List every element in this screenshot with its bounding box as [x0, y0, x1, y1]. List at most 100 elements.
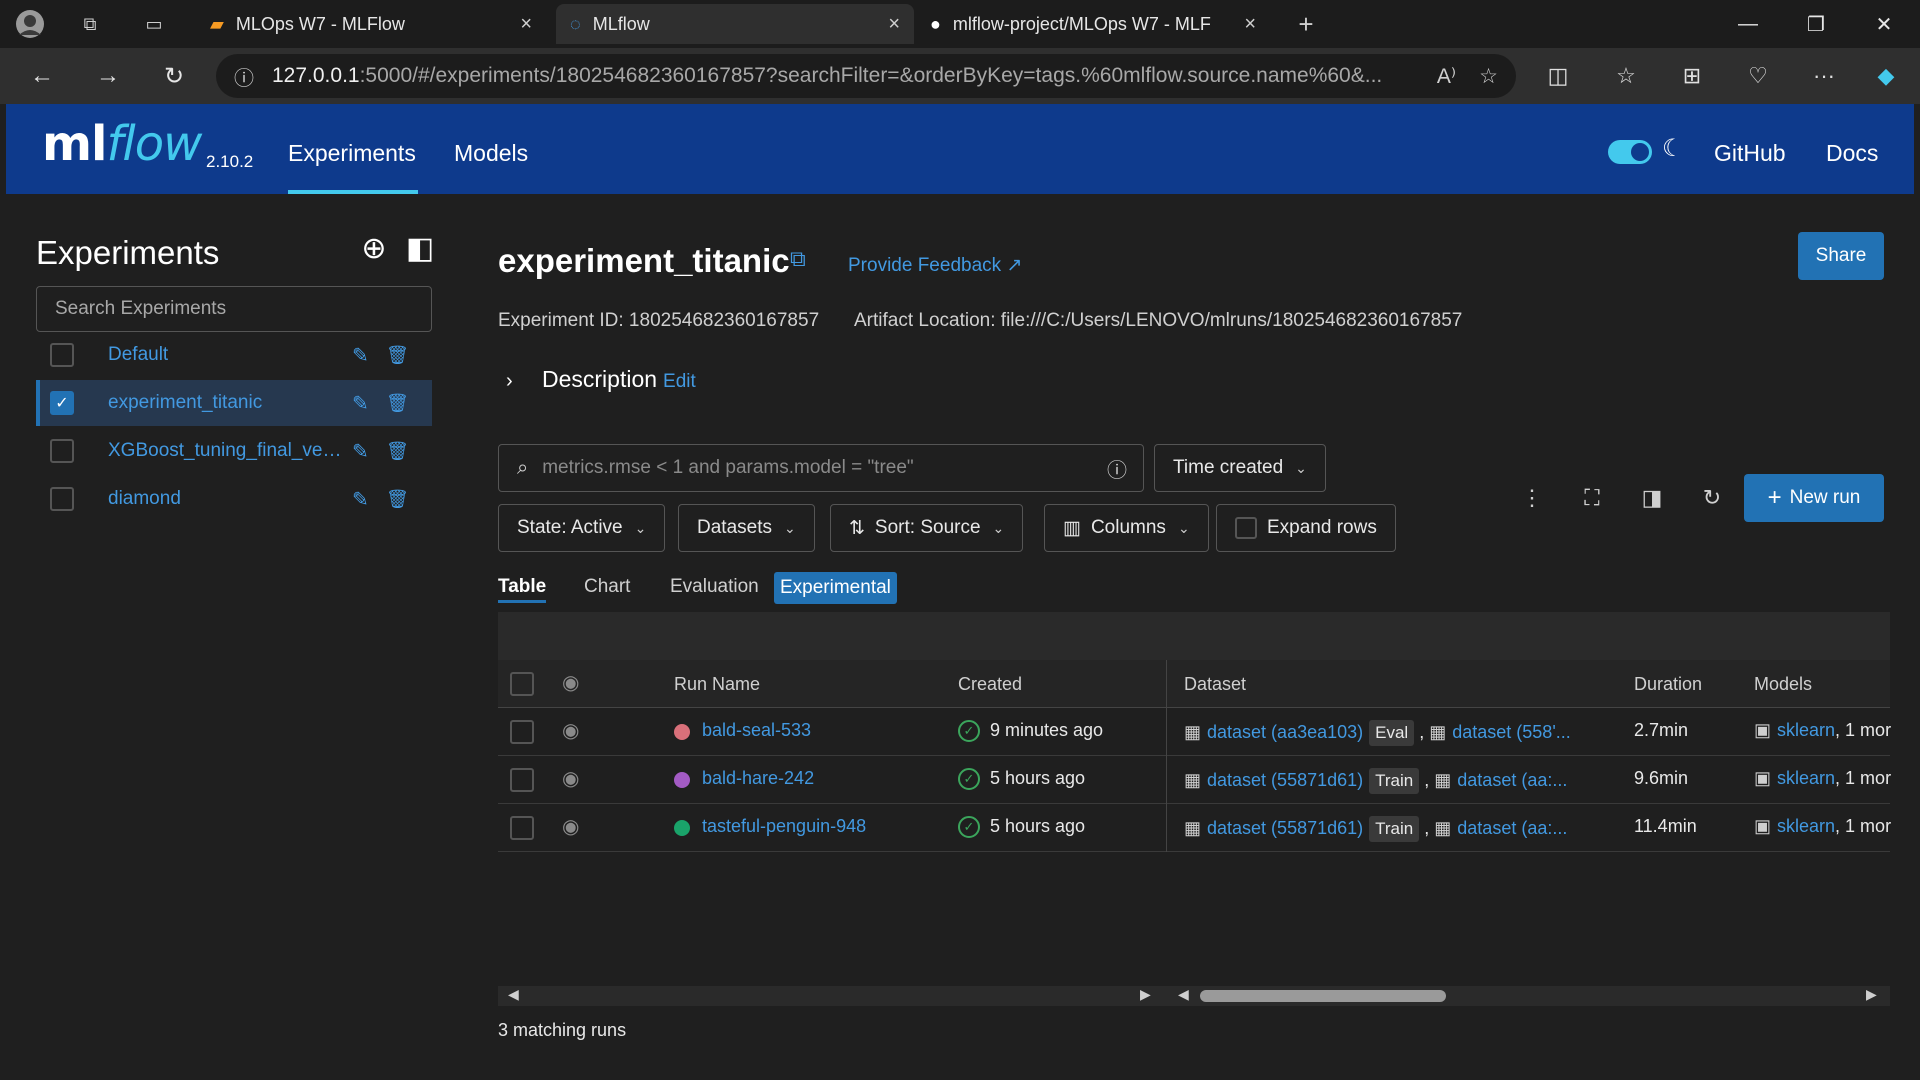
- address-bar[interactable]: ⓘ 127.0.0.1 :5000/#/experiments/18025468…: [216, 54, 1516, 98]
- dataset-link[interactable]: dataset (55871d61): [1207, 770, 1363, 790]
- col-models[interactable]: Models: [1754, 674, 1812, 695]
- runs-search-input[interactable]: ⌕ metrics.rmse < 1 and params.model = "t…: [498, 444, 1144, 492]
- model-link[interactable]: sklearn: [1777, 768, 1835, 788]
- table-row[interactable]: ◉ bald-seal-533 ✓ 9 minutes ago ▦ dataset …: [498, 708, 1891, 756]
- edit-pencil-icon[interactable]: ✎: [352, 343, 369, 368]
- new-tab-button[interactable]: +: [1290, 8, 1322, 40]
- experiment-name[interactable]: XGBoost_tuning_final_ver...: [108, 440, 342, 462]
- browser-tab-mlops-w7[interactable]: ▰ MLOps W7 - MLFlow ×: [196, 4, 546, 44]
- restore-button[interactable]: ❐: [1788, 6, 1844, 42]
- run-color-dot[interactable]: [674, 724, 690, 740]
- provide-feedback-link[interactable]: Provide Feedback ↗: [848, 254, 1022, 277]
- tab-evaluation[interactable]: Evaluation: [670, 576, 759, 598]
- select-all-checkbox[interactable]: [510, 672, 534, 696]
- experiment-item-xgboost[interactable]: XGBoost_tuning_final_ver... ✎ 🗑: [36, 428, 432, 474]
- row-checkbox[interactable]: [510, 720, 534, 744]
- share-button[interactable]: Share: [1798, 232, 1884, 280]
- chevron-right-icon[interactable]: ›: [506, 370, 542, 393]
- state-filter-dropdown[interactable]: State: Active ⌄: [498, 504, 666, 552]
- close-window-button[interactable]: ✕: [1856, 6, 1912, 42]
- description-label[interactable]: Description: [542, 366, 657, 392]
- back-button[interactable]: ←: [22, 58, 62, 94]
- eye-icon[interactable]: ◉: [562, 670, 579, 695]
- copilot-icon[interactable]: ◆: [1868, 60, 1904, 92]
- run-color-dot[interactable]: [674, 820, 690, 836]
- dataset-link[interactable]: dataset (558'...: [1452, 722, 1571, 742]
- eye-icon[interactable]: ◉: [562, 718, 579, 743]
- split-screen-icon[interactable]: ◫: [1540, 60, 1576, 92]
- row-checkbox[interactable]: [510, 816, 534, 840]
- table-row[interactable]: ◉ bald-hare-242 ✓ 5 hours ago ▦ dataset (5…: [498, 756, 1891, 804]
- nav-models[interactable]: Models: [454, 140, 528, 167]
- experiment-checkbox[interactable]: [50, 487, 74, 511]
- close-icon[interactable]: ×: [1244, 13, 1256, 36]
- trash-icon[interactable]: 🗑: [386, 441, 409, 462]
- more-menu-icon[interactable]: ···: [1806, 60, 1842, 92]
- read-aloud-icon[interactable]: A⁾: [1437, 64, 1456, 89]
- experiment-name[interactable]: Default: [108, 344, 168, 366]
- col-created[interactable]: Created: [958, 674, 1022, 695]
- create-experiment-icon[interactable]: ⊕: [356, 230, 392, 266]
- time-created-dropdown[interactable]: Time created ⌄: [1154, 444, 1326, 492]
- dataset-link[interactable]: dataset (aa3ea103): [1207, 722, 1363, 742]
- experiment-name[interactable]: diamond: [108, 488, 181, 510]
- edit-pencil-icon[interactable]: ✎: [352, 439, 369, 464]
- scroll-left-icon[interactable]: ◀: [1178, 986, 1189, 1003]
- model-link[interactable]: sklearn: [1777, 720, 1835, 740]
- col-run-name[interactable]: Run Name: [674, 674, 760, 695]
- col-duration[interactable]: Duration: [1634, 674, 1702, 695]
- trash-icon[interactable]: 🗑: [386, 393, 409, 414]
- search-experiments-input[interactable]: Search Experiments: [36, 286, 432, 332]
- experiment-item-diamond[interactable]: diamond ✎ 🗑: [36, 476, 432, 522]
- workspaces-icon[interactable]: ⧉: [74, 8, 106, 40]
- scroll-right-icon[interactable]: ▶: [1140, 986, 1151, 1003]
- experiment-name[interactable]: experiment_titanic: [108, 392, 262, 414]
- browser-tab-mlflow[interactable]: ◌ MLflow ×: [556, 4, 914, 44]
- run-name-link[interactable]: tasteful-penguin-948: [702, 816, 866, 837]
- close-icon[interactable]: ×: [888, 13, 900, 36]
- datasets-dropdown[interactable]: Datasets ⌄: [678, 504, 815, 552]
- eye-icon[interactable]: ◉: [562, 766, 579, 791]
- dataset-link[interactable]: dataset (55871d61): [1207, 818, 1363, 838]
- description-edit-link[interactable]: Edit: [663, 371, 696, 392]
- expand-rows-toggle[interactable]: Expand rows: [1216, 504, 1396, 552]
- edit-pencil-icon[interactable]: ✎: [352, 391, 369, 416]
- new-run-button[interactable]: + New run: [1744, 474, 1884, 522]
- trash-icon[interactable]: 🗑: [386, 489, 409, 510]
- minimize-button[interactable]: —: [1720, 6, 1776, 42]
- trash-icon[interactable]: 🗑: [386, 345, 409, 366]
- col-dataset[interactable]: Dataset: [1184, 674, 1246, 695]
- copy-icon[interactable]: ⧉: [790, 246, 806, 272]
- run-color-dot[interactable]: [674, 772, 690, 788]
- favorites-icon[interactable]: ☆: [1608, 60, 1644, 92]
- refresh-icon[interactable]: ↻: [1692, 478, 1732, 518]
- experiment-checkbox[interactable]: ✓: [50, 391, 74, 415]
- tab-table[interactable]: Table: [498, 576, 546, 598]
- browser-essentials-icon[interactable]: ♡: [1740, 60, 1776, 92]
- collections-icon[interactable]: ⊞: [1674, 60, 1710, 92]
- docs-link[interactable]: Docs: [1826, 140, 1878, 167]
- reload-button[interactable]: ↻: [154, 58, 194, 94]
- columns-dropdown[interactable]: ▥ Columns ⌄: [1044, 504, 1209, 552]
- scroll-right-icon[interactable]: ▶: [1866, 986, 1877, 1003]
- dark-mode-toggle[interactable]: [1608, 140, 1652, 164]
- fullscreen-icon[interactable]: ⛶: [1572, 478, 1612, 518]
- scrollbar-thumb[interactable]: [1200, 990, 1446, 1002]
- dataset-link[interactable]: dataset (aa:...: [1457, 770, 1567, 790]
- experiment-checkbox[interactable]: [50, 343, 74, 367]
- profile-avatar[interactable]: [14, 8, 46, 40]
- info-icon[interactable]: ⓘ: [1107, 454, 1127, 483]
- table-row[interactable]: ◉ tasteful-penguin-948 ✓ 5 hours ago ▦ dat…: [498, 804, 1891, 852]
- github-link[interactable]: GitHub: [1714, 140, 1786, 167]
- nav-experiments[interactable]: Experiments: [288, 140, 416, 167]
- dataset-link[interactable]: dataset (aa:...: [1457, 818, 1567, 838]
- collapse-sidebar-icon[interactable]: ◧: [402, 230, 438, 266]
- eye-icon[interactable]: ◉: [562, 814, 579, 839]
- model-link[interactable]: sklearn: [1777, 816, 1835, 836]
- experiment-checkbox[interactable]: [50, 439, 74, 463]
- run-name-link[interactable]: bald-seal-533: [702, 720, 811, 741]
- tab-actions-icon[interactable]: ▭: [138, 8, 170, 40]
- edit-pencil-icon[interactable]: ✎: [352, 487, 369, 512]
- forward-button[interactable]: →: [88, 58, 128, 94]
- favorite-star-icon[interactable]: ☆: [1479, 64, 1498, 89]
